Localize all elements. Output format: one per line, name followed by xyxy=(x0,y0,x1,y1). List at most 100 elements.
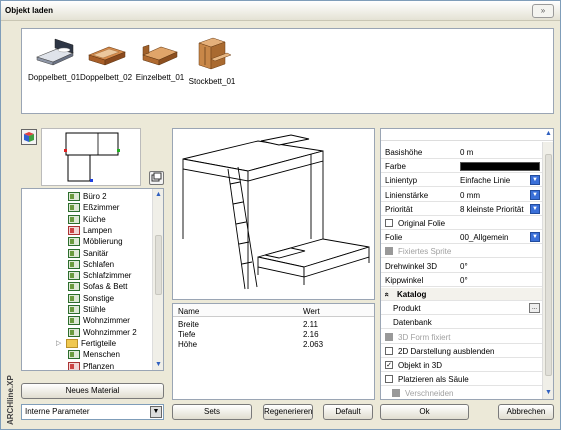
ok-button[interactable]: Ok xyxy=(380,404,469,420)
default-button[interactable]: Default xyxy=(323,404,373,420)
param-row[interactable]: Original Folie xyxy=(381,217,542,230)
tree-item[interactable]: Wohnzimmer xyxy=(68,315,130,326)
collapse-icon[interactable]: « xyxy=(383,292,392,296)
param-row[interactable]: Basishöhe 0 m xyxy=(381,146,542,159)
bed-double-wood-icon xyxy=(88,46,126,66)
tree-scrollbar[interactable]: ▲ ▼ xyxy=(152,189,163,370)
thumbnail-stockbett-01[interactable]: Stockbett_01 xyxy=(184,35,240,86)
chevron-down-icon[interactable]: ▼ xyxy=(150,406,162,418)
scroll-down-icon[interactable]: ▼ xyxy=(544,389,553,398)
cancel-button[interactable]: Abbrechen xyxy=(498,404,554,420)
tree-item[interactable]: Pflanzen xyxy=(68,361,115,371)
param-select[interactable]: Interne Parameter ▼ xyxy=(21,404,164,420)
column-header-name: Name xyxy=(178,307,200,316)
tree-item[interactable]: ▷ Fertigteile xyxy=(56,338,116,349)
tree-item[interactable]: Möblierung xyxy=(68,236,123,247)
browse-icon[interactable]: ... xyxy=(529,303,540,314)
tree-item[interactable]: Eßzimmer xyxy=(68,202,119,213)
param-row[interactable]: Linienstärke 0 mm ▼ xyxy=(381,189,542,202)
new-material-button[interactable]: Neues Material xyxy=(21,383,164,399)
param-value[interactable]: 00_Allgemein xyxy=(460,233,508,242)
tree-item[interactable]: Sonstige xyxy=(68,293,114,304)
param-row[interactable]: Produkt... xyxy=(381,302,542,316)
tree-item[interactable]: Küche xyxy=(68,214,106,225)
scroll-down-icon[interactable]: ▼ xyxy=(154,360,163,369)
tree-item[interactable]: Lampen xyxy=(68,225,112,236)
chevron-down-icon[interactable]: ▼ xyxy=(530,189,540,200)
thumbnail-doppelbett-02[interactable]: Doppelbett_02 xyxy=(78,35,134,82)
tree-item[interactable]: Büro 2 xyxy=(68,191,107,202)
tree-item[interactable]: Wohnzimmer 2 xyxy=(68,327,137,338)
checkbox[interactable] xyxy=(385,219,393,227)
param-label: Folie xyxy=(385,233,403,243)
library-icon xyxy=(68,248,80,258)
thumbnail-einzelbett-01[interactable]: Einzelbett_01 xyxy=(132,35,188,82)
tree-item-label: Pflanzen xyxy=(83,361,115,371)
tree-item[interactable]: Schlafzimmer xyxy=(68,270,131,281)
param-row[interactable]: ✓ Objekt in 3D xyxy=(381,359,542,372)
grid-top xyxy=(381,129,553,141)
scroll-thumb[interactable] xyxy=(155,235,162,295)
param-label: Fixiertes Sprite xyxy=(398,247,452,257)
param-select-value: Interne Parameter xyxy=(25,407,90,416)
param-row[interactable]: Priorität 8 kleinste Priorität ▼ xyxy=(381,203,542,216)
param-row[interactable]: Verschneiden xyxy=(381,387,542,399)
param-row[interactable]: Kippwinkel 0° xyxy=(381,274,542,287)
library-icon xyxy=(68,282,80,292)
param-row[interactable]: 3D Form fixiert xyxy=(381,331,542,344)
param-label: Farbe xyxy=(385,162,406,172)
view-mode-cube-icon[interactable] xyxy=(21,129,37,145)
folder-icon xyxy=(66,338,78,348)
3d-preview xyxy=(172,128,375,300)
grid-scrollbar[interactable]: ▲ ▼ xyxy=(542,130,553,399)
expand-icon[interactable]: ▷ xyxy=(56,339,64,347)
param-value[interactable]: Einfache Linie xyxy=(460,176,510,185)
tree-item[interactable]: Menschen xyxy=(68,349,120,360)
param-row[interactable]: Fixiertes Sprite xyxy=(381,245,542,259)
chevron-down-icon[interactable]: ▼ xyxy=(530,175,540,186)
thumbnail-panel: Doppelbett_01 Doppelbett_02 Einzelbett_0… xyxy=(21,28,554,114)
chevron-down-icon[interactable]: ▼ xyxy=(530,232,540,243)
param-row[interactable]: Farbe xyxy=(381,160,542,174)
tree-item[interactable]: Sanitär xyxy=(68,248,108,259)
param-row[interactable]: Katalog « xyxy=(381,288,542,301)
param-row[interactable]: 2D Darstellung ausblenden xyxy=(381,345,542,358)
param-value[interactable]: 8 kleinste Priorität xyxy=(460,205,524,214)
checkbox[interactable]: ✓ xyxy=(385,361,393,369)
bed-single-icon xyxy=(142,44,178,66)
param-label: Datenbank xyxy=(393,318,432,328)
scroll-up-icon[interactable]: ▲ xyxy=(154,190,163,199)
close-button[interactable]: » xyxy=(532,4,554,18)
tree-item-label: Schlafzimmer xyxy=(83,271,132,281)
thumbnail-label: Stockbett_01 xyxy=(188,77,236,86)
param-value[interactable]: 0 m xyxy=(460,148,473,157)
thumbnail-label: Einzelbett_01 xyxy=(135,73,185,82)
thumbnail-doppelbett-01[interactable]: Doppelbett_01 xyxy=(26,35,82,82)
checkbox[interactable] xyxy=(385,346,393,355)
checkbox xyxy=(385,332,393,341)
refresh-preview-button[interactable] xyxy=(149,171,164,185)
tree-item[interactable]: Sofas & Bett xyxy=(68,281,127,292)
color-swatch[interactable] xyxy=(460,162,540,172)
param-value[interactable]: 0° xyxy=(460,262,468,271)
tree-item[interactable]: Stühle xyxy=(68,304,106,315)
library-icon xyxy=(68,316,80,326)
sets-button[interactable]: Sets xyxy=(172,404,252,420)
chevron-down-icon[interactable]: ▼ xyxy=(530,203,540,214)
library-icon xyxy=(68,214,80,224)
tree-item[interactable]: Schlafen xyxy=(68,259,114,270)
param-row[interactable]: Linientyp Einfache Linie ▼ xyxy=(381,174,542,188)
param-value[interactable]: 0 mm xyxy=(460,191,480,200)
bunk-bed-3d-render xyxy=(182,134,370,290)
param-row[interactable]: Datenbank xyxy=(381,316,542,330)
param-value[interactable]: 0° xyxy=(460,276,468,285)
param-row[interactable]: Platzieren als Säule xyxy=(381,373,542,387)
scroll-up-icon[interactable]: ▲ xyxy=(544,130,553,139)
scroll-thumb[interactable] xyxy=(545,154,552,376)
param-row[interactable]: Folie 00_Allgemein ▼ xyxy=(381,231,542,245)
object-load-dialog: Objekt laden » ARCHline.XP Doppelbett_01 xyxy=(0,0,561,430)
bed-double-icon xyxy=(36,38,74,66)
regenerate-button[interactable]: Regenerieren xyxy=(263,404,313,420)
checkbox[interactable] xyxy=(385,375,393,384)
param-row[interactable]: Drehwinkel 3D 0° xyxy=(381,260,542,273)
